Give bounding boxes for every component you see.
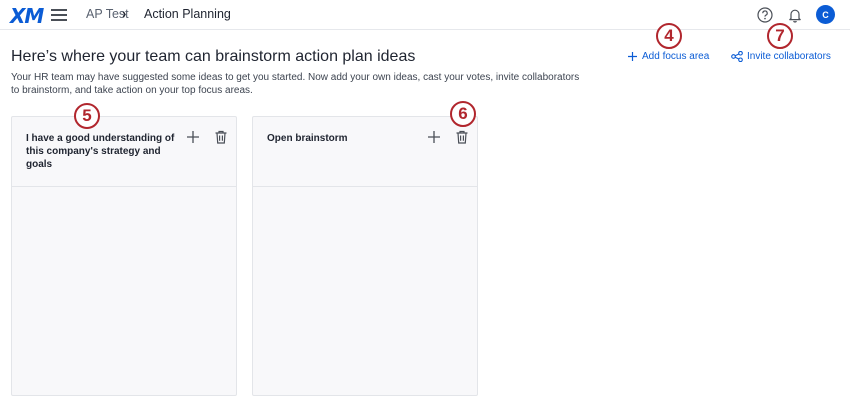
breadcrumb-action-planning: Action Planning	[144, 7, 231, 21]
add-idea-plus-icon[interactable]	[425, 128, 443, 146]
plus-icon	[628, 52, 637, 61]
add-idea-plus-icon[interactable]	[184, 128, 202, 146]
add-focus-area-label: Add focus area	[642, 51, 710, 62]
hamburger-icon[interactable]	[51, 9, 67, 21]
invite-collaborators-label: Invite collaborators	[747, 51, 831, 62]
invite-collaborators-button[interactable]: Invite collaborators	[731, 51, 831, 62]
callout-badge-6: 6	[450, 101, 476, 127]
callout-badge-5: 5	[74, 103, 100, 129]
callout-badge-4: 4	[656, 23, 682, 49]
card-title: Open brainstorm	[267, 133, 348, 144]
callout-badge-7: 7	[767, 23, 793, 49]
page-title: Here’s where your team can brainstorm ac…	[11, 48, 416, 65]
card-header: I have a good understanding of this comp…	[12, 117, 236, 187]
trash-icon[interactable]	[212, 128, 230, 146]
avatar[interactable]: C	[816, 5, 835, 24]
breadcrumb-separator: ›	[122, 6, 127, 21]
bell-icon[interactable]	[786, 6, 804, 24]
xm-logo[interactable]: XM	[10, 4, 44, 28]
focus-area-card-strategy: I have a good understanding of this comp…	[11, 116, 237, 396]
help-icon[interactable]	[756, 6, 774, 24]
page-description: Your HR team may have suggested some ide…	[11, 72, 580, 96]
top-bar: XM AP Test › Action Planning C	[0, 0, 850, 30]
focus-area-card-open-brainstorm: Open brainstorm	[252, 116, 478, 396]
trash-icon[interactable]	[453, 128, 471, 146]
add-focus-area-button[interactable]: Add focus area	[627, 51, 709, 62]
card-title: I have a good understanding of this comp…	[26, 133, 175, 170]
share-icon	[731, 51, 743, 62]
card-header: Open brainstorm	[253, 117, 477, 187]
